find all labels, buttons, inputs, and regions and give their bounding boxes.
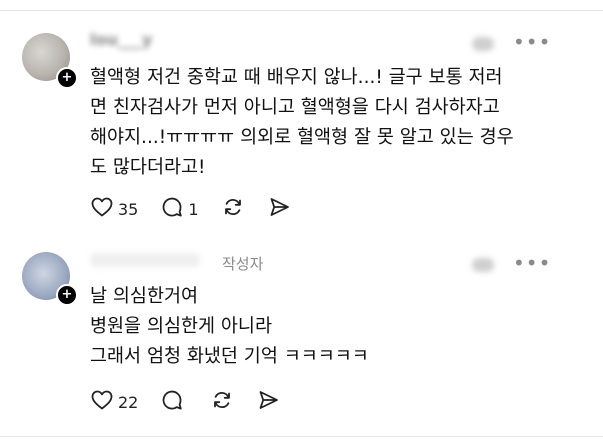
- author-tag: 작성자: [222, 255, 264, 273]
- repost-icon: [210, 388, 234, 416]
- timestamp-blur: [472, 37, 494, 51]
- comment-text: 혈액형 저건 중학교 때 배우지 않나...! 글구 보통 저러 면 친자검사가…: [90, 63, 514, 183]
- timestamp-blur: [472, 258, 494, 272]
- repost-button[interactable]: [221, 195, 245, 223]
- heart-icon: [90, 195, 114, 223]
- repost-button[interactable]: [210, 388, 234, 416]
- comment-text: 날 의심한거여 병원을 의심한게 아니라 그래서 엄청 화냈던 기억 ㅋㅋㅋㅋㅋ: [90, 282, 369, 372]
- username[interactable]: [90, 253, 200, 267]
- share-button[interactable]: [267, 195, 291, 223]
- bottom-divider: [0, 436, 603, 437]
- comment-line: 해야지...!ㅠㅠㅠㅠ 의외로 혈액형 잘 못 알고 있는 경우: [90, 127, 514, 148]
- like-button[interactable]: 35: [90, 195, 138, 223]
- reply-button[interactable]: [160, 388, 188, 416]
- comment-line: 혈액형 저건 중학교 때 배우지 않나...! 글구 보통 저러: [90, 67, 503, 88]
- comment-line: 그래서 엄청 화냈던 기억 ㅋㅋㅋㅋㅋ: [90, 346, 369, 367]
- like-button[interactable]: 22: [90, 388, 138, 416]
- like-count: 35: [118, 199, 139, 219]
- action-bar: 35 1: [90, 197, 313, 221]
- like-count: 22: [118, 392, 139, 412]
- follow-plus-badge[interactable]: +: [56, 284, 78, 306]
- comment-line: 도 많다더라고!: [90, 157, 206, 178]
- reply-count: 1: [188, 199, 199, 219]
- top-divider: [0, 10, 603, 11]
- comment-line: 면 친자검사가 먼저 아니고 혈액형을 다시 검사하자고: [90, 97, 500, 118]
- comment-line: 날 의심한거여: [90, 286, 199, 307]
- comment-icon: [160, 388, 184, 416]
- more-options-button[interactable]: •••: [513, 251, 551, 275]
- heart-icon: [90, 388, 114, 416]
- share-icon: [256, 388, 280, 416]
- share-button[interactable]: [256, 388, 280, 416]
- action-bar: 22: [90, 390, 302, 414]
- username[interactable]: lou___y: [90, 30, 152, 49]
- share-icon: [267, 195, 291, 223]
- comment-line: 병원을 의심한게 아니라: [90, 316, 272, 337]
- repost-icon: [221, 195, 245, 223]
- reply-button[interactable]: 1: [160, 195, 199, 223]
- more-options-button[interactable]: •••: [513, 30, 551, 54]
- follow-plus-badge[interactable]: +: [56, 67, 78, 89]
- comment-icon: [160, 195, 184, 223]
